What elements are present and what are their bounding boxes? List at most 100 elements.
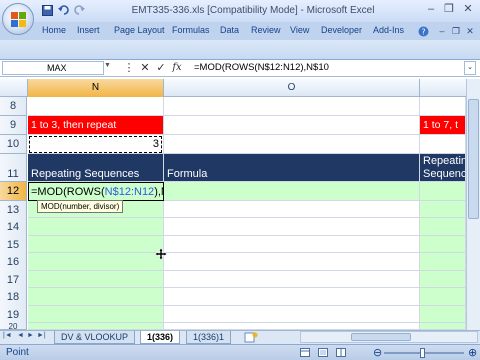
minimize-button[interactable]: – (424, 3, 438, 16)
column-header-n[interactable]: N (28, 79, 164, 97)
cell-p12[interactable] (420, 182, 466, 201)
edit-text-part1: =MOD(ROWS( (31, 186, 105, 198)
vertical-scrollbar[interactable] (466, 79, 480, 341)
cell-p15[interactable] (420, 236, 466, 253)
tab-home[interactable]: Home (42, 25, 66, 35)
prev-sheet-icon[interactable]: ◄ (17, 332, 24, 339)
tab-formulas[interactable]: Formulas (172, 25, 210, 35)
formula-bar-expand-icon[interactable]: ⌄ (464, 61, 476, 75)
column-header-o[interactable]: O (164, 79, 420, 97)
insert-sheet-icon[interactable] (244, 332, 258, 343)
cell-p10[interactable] (420, 135, 466, 154)
name-box[interactable]: MAX (2, 61, 104, 75)
cell-p13[interactable] (420, 201, 466, 218)
sheet-tab-1-336[interactable]: 1(336) (140, 331, 181, 344)
cell-p19[interactable] (420, 306, 466, 323)
status-bar: Point ⊖ ⊕ (0, 344, 480, 360)
zoom-slider-thumb[interactable] (420, 348, 425, 358)
cell-n8[interactable] (28, 97, 164, 116)
cell-n16[interactable] (28, 253, 164, 271)
row-header-9[interactable]: 9 (0, 116, 27, 135)
ribbon-minimize-control[interactable]: – (437, 26, 447, 36)
column-header-p[interactable] (420, 79, 466, 97)
cell-o18[interactable] (164, 288, 420, 306)
cell-p20[interactable] (420, 323, 466, 330)
cell-p16[interactable] (420, 253, 466, 271)
tab-view[interactable]: View (290, 25, 309, 35)
cancel-icon[interactable]: ✕ (138, 61, 152, 75)
cell-o20[interactable] (164, 323, 420, 330)
cell-o15[interactable] (164, 236, 420, 253)
cell-n9[interactable]: 1 to 3, then repeat (28, 116, 164, 135)
sheet-tab-dv-vlookup[interactable]: DV & VLOOKUP (54, 331, 136, 344)
cell-o16[interactable] (164, 253, 420, 271)
ribbon-restore-control[interactable]: ❐ (451, 26, 461, 36)
cell-p18[interactable] (420, 288, 466, 306)
help-icon[interactable]: ? (418, 26, 429, 37)
row-header-18[interactable]: 18 (0, 288, 27, 307)
tab-developer[interactable]: Developer (321, 25, 362, 35)
tab-page-layout[interactable]: Page Layout (114, 25, 165, 35)
tab-add-ins[interactable]: Add-Ins (373, 25, 404, 35)
formula-bar: MAX ▼ ⋮ ✕ ✓ fx =MOD(ROWS(N$12:N12),N$10 … (0, 60, 480, 77)
row-header-11[interactable]: 11 (0, 154, 27, 182)
cell-n20[interactable] (28, 323, 164, 330)
zoom-out-icon[interactable]: ⊖ (373, 346, 382, 359)
status-mode: Point (6, 347, 29, 358)
cell-o9[interactable] (164, 116, 420, 135)
cell-n19[interactable] (28, 306, 164, 323)
cell-n14[interactable] (28, 218, 164, 236)
page-layout-view-icon[interactable] (318, 348, 328, 357)
formula-more-icon: ⋮ (123, 62, 135, 74)
first-sheet-icon[interactable]: |◄ (3, 332, 12, 339)
zoom-in-icon[interactable]: ⊕ (468, 346, 477, 359)
cell-o14[interactable] (164, 218, 420, 236)
cell-p17[interactable] (420, 271, 466, 288)
row-header-10[interactable]: 10 (0, 135, 27, 154)
close-button[interactable]: ✕ (461, 3, 475, 16)
enter-icon[interactable]: ✓ (154, 61, 168, 75)
cell-n18[interactable] (28, 288, 164, 306)
office-button[interactable] (2, 3, 34, 35)
tab-insert[interactable]: Insert (77, 25, 100, 35)
cell-n17[interactable] (28, 271, 164, 288)
cell-o17[interactable] (164, 271, 420, 288)
name-box-dropdown-icon[interactable]: ▼ (104, 62, 111, 69)
cell-o13[interactable] (164, 201, 420, 218)
row-header-20[interactable]: 20 (0, 323, 27, 330)
svg-text:?: ? (421, 28, 425, 37)
row-header-14[interactable]: 14 (0, 218, 27, 237)
formula-input[interactable]: =MOD(ROWS(N$12:N12),N$10 (194, 62, 329, 73)
tab-review[interactable]: Review (251, 25, 281, 35)
tab-data[interactable]: Data (220, 25, 239, 35)
select-all-corner[interactable] (0, 79, 28, 97)
sheet-tab-1-336-1[interactable]: 1(336)1 (186, 331, 232, 344)
cell-o19[interactable] (164, 306, 420, 323)
next-sheet-icon[interactable]: ► (27, 332, 34, 339)
cell-o11[interactable]: Formula (164, 154, 420, 182)
row-header-12[interactable]: 12 (0, 182, 27, 201)
vertical-scroll-thumb[interactable] (468, 99, 479, 219)
cell-n11[interactable]: Repeating Sequences (28, 154, 164, 182)
horizontal-scroll-thumb[interactable] (351, 333, 411, 341)
cell-p14[interactable] (420, 218, 466, 236)
cell-n15[interactable] (28, 236, 164, 253)
insert-function-button[interactable]: fx (170, 61, 184, 75)
cell-p11-line1: Repeatin (423, 155, 466, 167)
cell-p9[interactable]: 1 to 7, t (420, 116, 466, 135)
page-break-view-icon[interactable] (336, 348, 346, 357)
cell-p8[interactable] (420, 97, 466, 116)
cell-p11[interactable]: Repeatin Sequenc (420, 154, 466, 182)
last-sheet-icon[interactable]: ►| (37, 332, 46, 339)
cell-n12-editing[interactable]: =MOD(ROWS(N$12:N12),N$10 (28, 182, 187, 201)
cell-o10[interactable] (164, 135, 420, 154)
cell-o8[interactable] (164, 97, 420, 116)
row-header-16[interactable]: 16 (0, 253, 27, 272)
ribbon-close-control[interactable]: ✕ (465, 26, 475, 36)
cell-o12[interactable] (164, 182, 420, 201)
restore-button[interactable]: ❐ (442, 3, 456, 16)
horizontal-scrollbar[interactable] (300, 331, 478, 343)
title-bar: EMT335-336.xls [Compatibility Mode] - Mi… (0, 0, 480, 35)
normal-view-icon[interactable] (300, 348, 310, 357)
row-header-8[interactable]: 8 (0, 97, 27, 116)
